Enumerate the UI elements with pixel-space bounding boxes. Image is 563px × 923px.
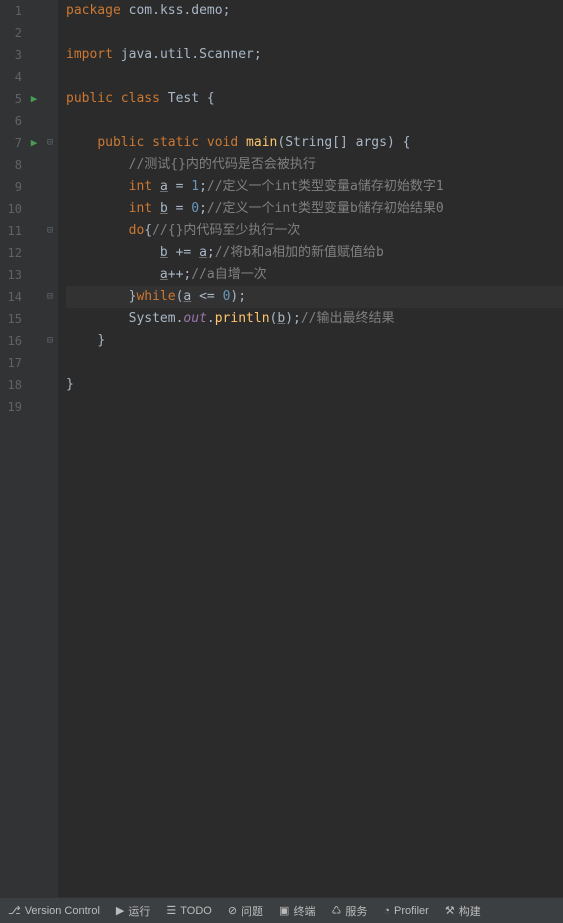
problems-label: 问题 [241,903,263,919]
gutter-row[interactable]: 1 [0,0,58,22]
profiler-tab[interactable]: ◔ Profiler [383,905,429,917]
code-line[interactable] [66,352,563,374]
line-number: 9 [0,176,26,198]
gutter-row[interactable]: 15 [0,308,58,330]
build-label: 构建 [459,903,481,919]
line-number: 12 [0,242,26,264]
line-number: 4 [0,66,26,88]
gutter-row[interactable]: 9 [0,176,58,198]
line-number: 2 [0,22,26,44]
editor-area: 12345▶67▶⊟891011⊟121314⊟1516⊟171819 pack… [0,0,563,897]
fold-icon[interactable]: ⊟ [42,330,58,352]
terminal-tab[interactable]: ▣ 终端 [279,903,315,919]
code-line[interactable]: int b = 0;//定义一个int类型变量b储存初始结果0 [66,198,563,220]
code-line[interactable] [66,22,563,44]
gutter-row[interactable]: 10 [0,198,58,220]
code-line[interactable]: System.out.println(b);//输出最终结果 [66,308,563,330]
terminal-label: 终端 [293,903,315,919]
gutter-row[interactable]: 4 [0,66,58,88]
gutter-row[interactable]: 17 [0,352,58,374]
gutter-row[interactable]: 12 [0,242,58,264]
run-gutter-icon[interactable]: ▶ [26,132,42,154]
gutter-row[interactable]: 14 ⊟ [0,286,58,308]
code-line[interactable]: } [66,330,563,352]
code-line[interactable]: public class Test { [66,88,563,110]
line-number: 16 [0,330,26,352]
line-number: 5 [0,88,26,110]
line-number: 15 [0,308,26,330]
code-line[interactable]: package com.kss.demo; [66,0,563,22]
gutter-row[interactable]: 16 ⊟ [0,330,58,352]
bottom-toolbar: ⎇ Version Control ▶ 运行 ☰ TODO ⊘ 问题 ▣ 终端 … [0,897,563,923]
run-gutter-icon[interactable]: ▶ [26,88,42,110]
gutter-row[interactable]: 11 ⊟ [0,220,58,242]
line-number: 7 [0,132,26,154]
code-line[interactable]: a++;//a自增一次 [66,264,563,286]
branch-icon: ⎇ [8,904,21,917]
vcs-tab[interactable]: ⎇ Version Control [8,904,100,917]
gutter-row[interactable]: 5▶ [0,88,58,110]
code-line[interactable]: do{//{}内代码至少执行一次 [66,220,563,242]
gutter-row[interactable]: 18 [0,374,58,396]
play-icon: ▶ [116,904,124,917]
run-label: 运行 [128,903,150,919]
gutter: 12345▶67▶⊟891011⊟121314⊟1516⊟171819 [0,0,58,897]
code-line[interactable]: int a = 1;//定义一个int类型变量a储存初始数字1 [66,176,563,198]
line-number: 10 [0,198,26,220]
warning-icon: ⊘ [228,904,237,917]
terminal-icon: ▣ [279,904,289,917]
profiler-icon: ◔ [383,905,390,917]
services-tab[interactable]: ♺ 服务 [331,903,367,919]
line-number: 1 [0,0,26,22]
fold-icon[interactable]: ⊟ [42,220,58,242]
problems-tab[interactable]: ⊘ 问题 [228,903,263,919]
code-line[interactable]: //测试{}内的代码是否会被执行 [66,154,563,176]
gutter-row[interactable]: 13 [0,264,58,286]
code-panel[interactable]: package com.kss.demo; import java.util.Sc… [58,0,563,897]
code-line[interactable]: b += a;//将b和a相加的新值赋值给b [66,242,563,264]
code-line[interactable]: import java.util.Scanner; [66,44,563,66]
line-number: 8 [0,154,26,176]
gutter-row[interactable]: 8 [0,154,58,176]
gutter-row[interactable]: 7▶⊟ [0,132,58,154]
fold-icon[interactable]: ⊟ [42,286,58,308]
line-number: 11 [0,220,26,242]
line-number: 18 [0,374,26,396]
services-label: 服务 [345,903,367,919]
code-line[interactable]: public static void main(String[] args) { [66,132,563,154]
line-number: 6 [0,110,26,132]
gutter-row[interactable]: 6 [0,110,58,132]
list-icon: ☰ [166,904,176,917]
run-tab[interactable]: ▶ 运行 [116,903,150,919]
gutter-row[interactable]: 2 [0,22,58,44]
line-number: 19 [0,396,26,418]
services-icon: ♺ [331,904,341,917]
line-number: 13 [0,264,26,286]
code-line[interactable] [66,396,563,418]
todo-tab[interactable]: ☰ TODO [166,904,211,917]
fold-icon[interactable]: ⊟ [42,132,58,154]
line-number: 17 [0,352,26,374]
code-line[interactable] [66,110,563,132]
gutter-row[interactable]: 3 [0,44,58,66]
line-number: 3 [0,44,26,66]
hammer-icon: ⚒ [445,904,455,917]
vcs-label: Version Control [25,905,100,917]
profiler-label: Profiler [394,905,429,917]
code-line[interactable] [66,66,563,88]
build-tab[interactable]: ⚒ 构建 [445,903,481,919]
line-number: 14 [0,286,26,308]
todo-label: TODO [180,905,212,917]
gutter-row[interactable]: 19 [0,396,58,418]
code-line[interactable]: }while(a <= 0); [66,286,563,308]
code-line[interactable]: } [66,374,563,396]
